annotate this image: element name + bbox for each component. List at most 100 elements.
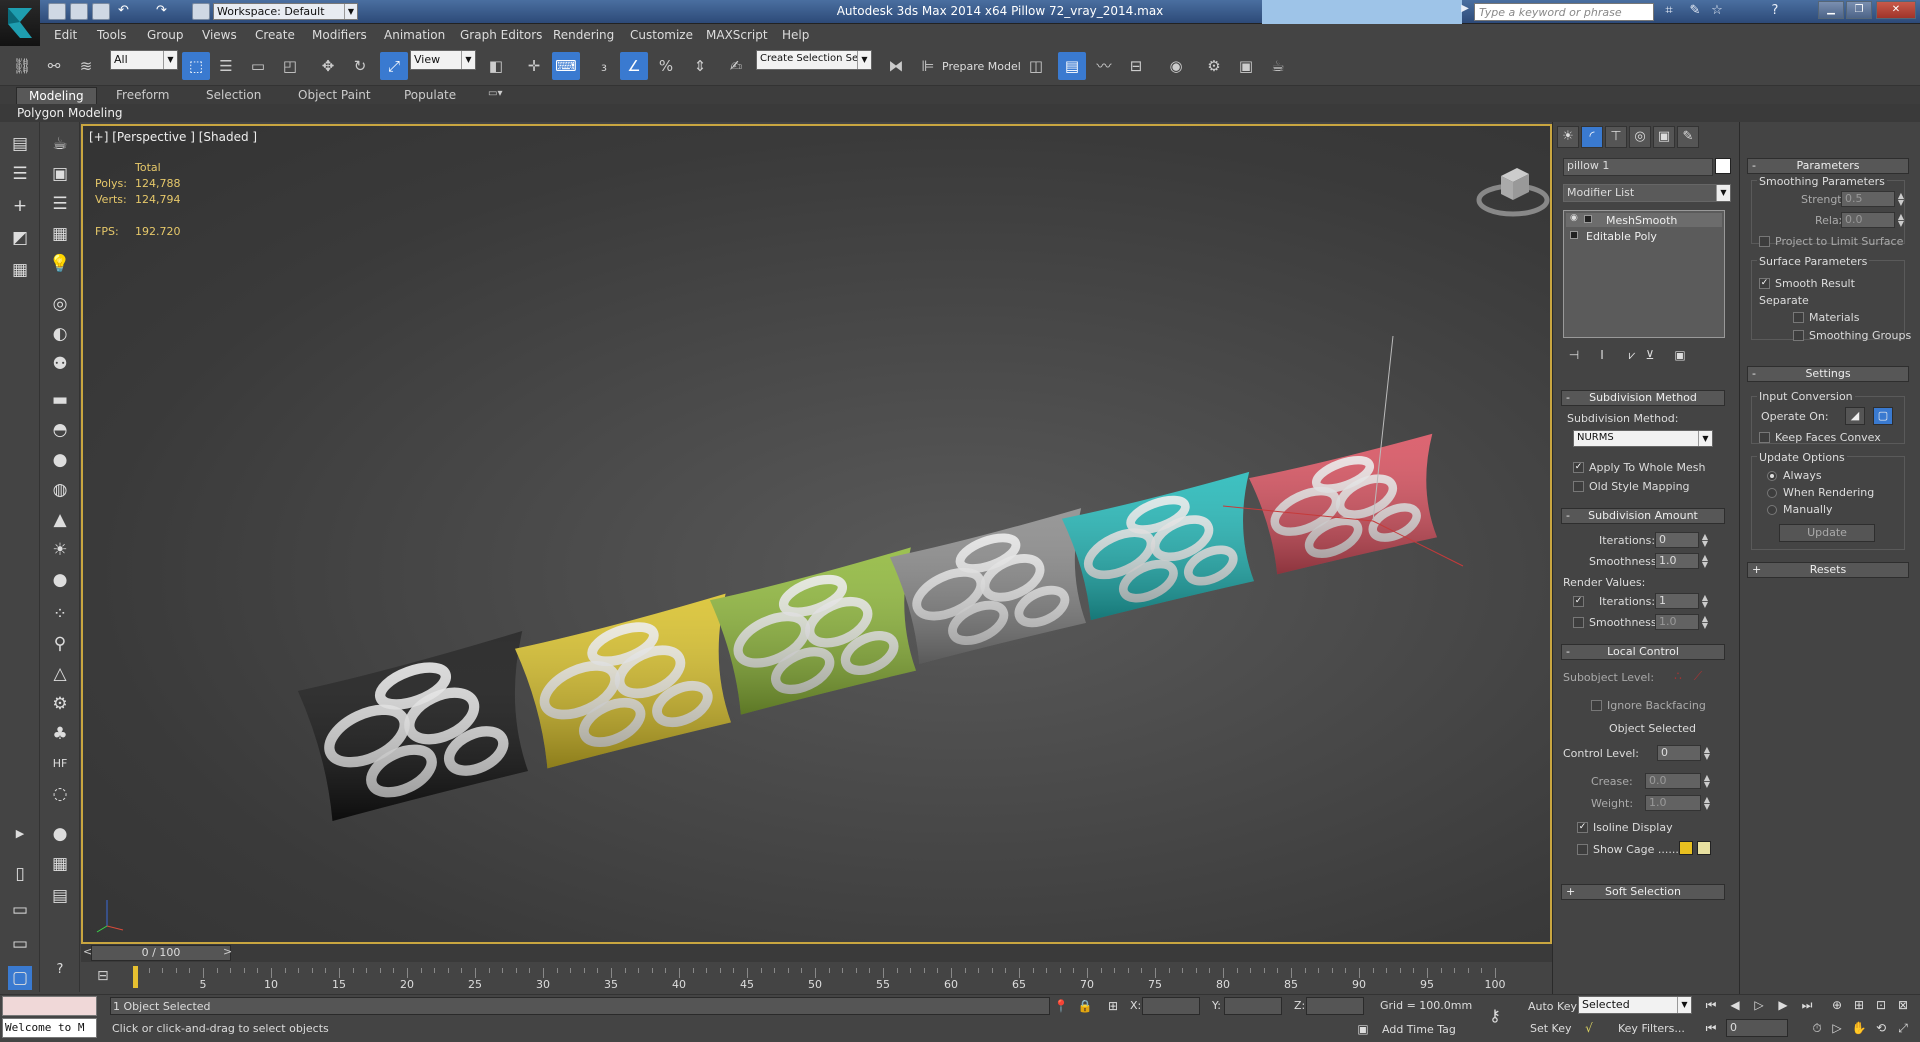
cone-icon[interactable]: ▲ [48,508,72,532]
teapot-icon[interactable]: ☕ [48,132,72,156]
show-end-result-icon[interactable]: Ⅰ [1593,346,1611,364]
time-tag-icon[interactable]: ▣ [1354,1020,1372,1038]
modifier-stack[interactable]: ◉ MeshSmooth Editable Poly [1563,210,1725,338]
display-tab-icon[interactable]: ▣ [1653,126,1675,148]
viewport-layout-1-icon[interactable]: ▯ [8,862,32,886]
menu-animation[interactable]: Animation [384,28,445,42]
auto-key-button[interactable]: Auto Key [1528,1000,1577,1013]
plant-icon[interactable]: ♣ [48,722,72,746]
hierarchy-tab-icon[interactable]: ⊤ [1605,126,1627,148]
open-file-icon[interactable] [70,3,88,20]
rollout-soft-selection[interactable]: + Soft Selection [1561,884,1725,900]
viewport-layout-2-icon[interactable]: ▭ [8,898,32,922]
named-selection-dropdown[interactable]: Create Selection Se ▼ [756,50,872,70]
smooth-result-checkbox[interactable]: ✓ [1759,278,1770,289]
torus-icon[interactable]: ◍ [48,478,72,502]
percent-snap-icon[interactable]: % [652,52,680,80]
smoothing-groups-checkbox[interactable] [1793,330,1804,341]
render-iterations-checkbox[interactable]: ✓ [1573,596,1584,607]
zoom-icon[interactable]: ⊕ [1828,996,1846,1014]
menu-create[interactable]: Create [255,28,295,42]
move-icon[interactable]: ✥ [314,52,342,80]
edge-subobject-icon[interactable]: ⟋ [1689,667,1707,685]
menu-graph-editors[interactable]: Graph Editors [460,28,542,42]
render-iterations-spinner[interactable]: 1 ▲ ▼ [1655,593,1708,609]
light-icon[interactable]: 💡 [48,252,72,276]
menu-maxscript[interactable]: MAXScript [706,28,768,42]
align-icon[interactable]: ⊫ [914,52,942,80]
help-icon[interactable]: ? [48,958,72,982]
camera-icon[interactable]: ◎ [48,292,72,316]
current-time-marker[interactable] [133,966,138,988]
rollout-parameters[interactable]: - Parameters [1747,158,1909,174]
utilities-tab-icon[interactable]: ✎ [1677,126,1699,148]
expand-arrow-icon[interactable]: ▶ [8,822,32,846]
select-by-name-icon[interactable]: ☰ [212,52,240,80]
menu-rendering[interactable]: Rendering [553,28,614,42]
motion-tab-icon[interactable]: ◎ [1629,126,1651,148]
viewport-layout-active-icon[interactable]: ▢ [8,966,32,990]
render-setup-icon[interactable]: ⚙ [1200,52,1228,80]
menu-help[interactable]: Help [782,28,809,42]
render-icon[interactable]: ▤ [48,884,72,908]
weight-spinner[interactable]: 1.0 ▲ ▼ [1645,795,1710,811]
selection-lock-icon[interactable]: 🔒 [1076,997,1094,1015]
orbit-icon[interactable]: ⟲ [1872,1019,1890,1037]
tab-freeform[interactable]: Freeform [104,87,181,104]
key-filters-button[interactable]: Key Filters... [1618,1022,1685,1035]
stack-item-meshsmooth[interactable]: ◉ MeshSmooth [1566,213,1722,227]
curve-editor-icon[interactable]: 〰 [1090,52,1118,80]
subdivision-method-dropdown[interactable]: NURMS ▼ [1573,430,1713,447]
remove-modifier-icon[interactable]: ⊻ [1641,346,1659,364]
track-bar[interactable]: ⊟ 5 10 15 20 25 30 35 40 45 50 55 60 65 70 75 80 85 90 95 1… [81,962,1552,994]
spinner-arrows-icon[interactable]: ▲ ▼ [1896,192,1906,207]
isoline-display-checkbox[interactable]: ✓ [1577,822,1588,833]
favorites-star-icon[interactable]: ☆ [1708,3,1726,21]
operate-on-polygons-button[interactable]: ▢ [1873,407,1893,425]
layer-manager-icon[interactable]: ▤ [8,132,32,156]
spinner-arrows-icon[interactable]: ▲ ▼ [1702,796,1712,811]
sphere-icon[interactable]: ● [48,448,72,472]
mirror-icon[interactable]: ⧓ [882,52,910,80]
material-sphere-icon[interactable]: ● [48,822,72,846]
angle-snap-icon[interactable]: ∠ [620,52,648,80]
layer-properties-icon[interactable]: ▦ [8,258,32,282]
keep-faces-convex-checkbox[interactable] [1759,432,1770,443]
set-key-button[interactable]: Set Key [1530,1022,1572,1035]
time-slider-track[interactable]: < 0 / 100 > [81,944,1552,962]
spinner-arrows-icon[interactable]: ▲ ▼ [1700,615,1710,630]
spinner-arrows-icon[interactable]: ▲ ▼ [1700,533,1710,548]
object-name-field[interactable]: pillow 1 [1563,158,1713,176]
scale-icon[interactable]: ⤢ [380,52,408,80]
material-editor-icon[interactable]: ◉ [1162,52,1190,80]
modify-tab-icon[interactable]: ◜ [1581,126,1603,148]
key-icon[interactable]: ⚷ [1486,1007,1504,1025]
apply-whole-mesh-checkbox[interactable]: ✓ [1573,462,1584,473]
cage-selection-color-swatch[interactable] [1697,841,1711,855]
cage-color-swatch[interactable] [1679,841,1693,855]
stack-item-editable-poly[interactable]: Editable Poly [1566,229,1722,243]
current-frame-field[interactable]: 0 [1726,1019,1788,1037]
update-button[interactable]: Update [1779,524,1875,542]
close-button[interactable]: ✕ [1876,1,1916,19]
link-icon[interactable]: ⛓ [8,52,36,80]
search-input[interactable]: Type a keyword or phrase [1474,3,1654,21]
when-rendering-radio[interactable] [1767,488,1777,498]
control-level-spinner[interactable]: 0 ▲ ▼ [1657,745,1710,761]
communication-center-icon[interactable]: ✎ [1686,3,1704,21]
schematic-view-icon[interactable]: ⊟ [1122,52,1150,80]
rectangle-selection-icon[interactable]: ▭ [244,52,272,80]
add-time-tag[interactable]: Add Time Tag [1382,1023,1456,1036]
spinner-arrows-icon[interactable]: ▲ ▼ [1896,213,1906,228]
wand-icon[interactable]: ⚲ [48,632,72,656]
strength-spinner[interactable]: 0.5 ▲ ▼ [1841,191,1904,207]
pillow-grey[interactable] [890,508,1086,664]
show-cage-checkbox[interactable] [1577,844,1588,855]
layer-explorer-icon[interactable]: ◫ [1022,52,1050,80]
viewport-layout-3-icon[interactable]: ▭ [8,932,32,956]
window-crossing-icon[interactable]: ◰ [276,52,304,80]
gold-sphere-icon[interactable]: ● [48,568,72,592]
render-production-icon[interactable]: ☕ [1264,52,1292,80]
sun-icon[interactable]: ☀ [48,538,72,562]
zoom-extents-all-icon[interactable]: ⊠ [1894,996,1912,1014]
